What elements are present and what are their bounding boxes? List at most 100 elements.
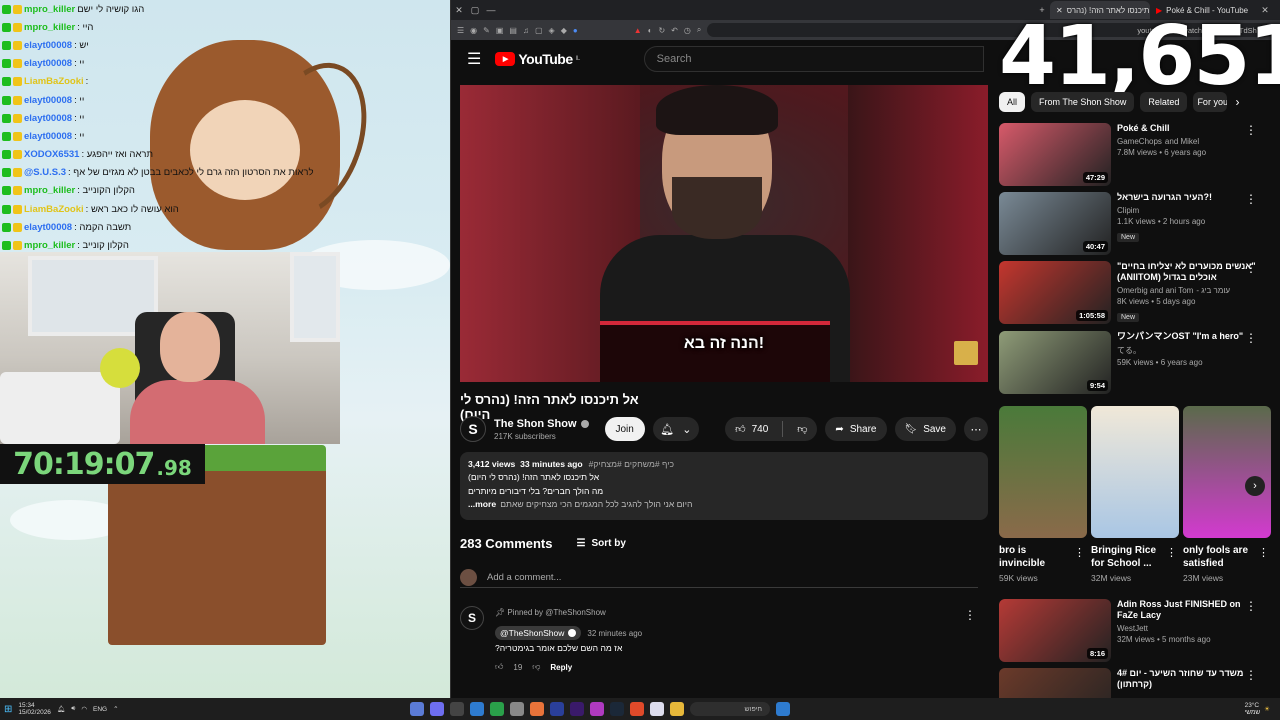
chat-icon[interactable]: ▤	[509, 26, 517, 35]
like-icon[interactable]: 👍︎	[735, 423, 745, 435]
recommended-video[interactable]: 40:47 העיר הגרועה בישראל?! Clipim 1.1K view…	[999, 192, 1269, 256]
comment-author[interactable]: @TheShonShow	[495, 626, 582, 640]
menu-icon[interactable]: ☰	[467, 49, 481, 69]
language-indicator[interactable]: ENG	[93, 706, 107, 713]
folder-icon[interactable]	[670, 702, 684, 716]
short-item[interactable]: Bringing Rice for School ... 32M views ⋮	[1091, 406, 1179, 588]
comment-author-avatar[interactable]: S	[460, 606, 484, 630]
reply-button[interactable]: Reply	[550, 663, 572, 672]
shield-icon[interactable]: ◉	[470, 26, 477, 35]
terminal-icon[interactable]	[450, 702, 464, 716]
video-title[interactable]: העיר הגרועה בישראל?!	[1117, 192, 1257, 203]
comment-menu-icon[interactable]: ⋮	[964, 608, 976, 622]
description-box[interactable]: 3,412 views 33 minutes ago #כיף #משחקים #…	[460, 452, 988, 520]
chip-related[interactable]: Related	[1140, 92, 1188, 112]
weather[interactable]: 23°C שמשי ☀	[1245, 702, 1270, 716]
video-menu-icon[interactable]: ⋮	[1245, 331, 1257, 345]
windows-start-icon[interactable]	[776, 702, 790, 716]
recommended-video[interactable]: 8:16 Adin Ross Just FINISHED on FaZe Lacy…	[999, 599, 1269, 663]
video-menu-icon[interactable]: ⋮	[1245, 668, 1257, 682]
diamond-icon[interactable]: ◆	[561, 26, 567, 35]
chevron-right-icon[interactable]: ›	[1245, 476, 1265, 496]
channel-avatar[interactable]: S	[460, 416, 486, 442]
video-player[interactable]: הנה זה בא!	[460, 85, 988, 382]
short-title[interactable]: Bringing Rice for School ...	[1091, 544, 1161, 570]
channel-name[interactable]: The Shon Show	[494, 418, 577, 430]
extension-icon[interactable]: ✎	[483, 26, 490, 35]
video-menu-icon[interactable]: ⋮	[1245, 261, 1257, 275]
more-link[interactable]: ...more	[468, 498, 496, 511]
app-icon[interactable]	[570, 702, 584, 716]
video-thumbnail[interactable]: 9:54	[999, 331, 1111, 394]
close-window-icon[interactable]: ✕	[451, 5, 467, 16]
dislike-icon[interactable]: 👎︎	[532, 662, 540, 672]
short-menu-icon[interactable]: ⋮	[1258, 546, 1269, 559]
video-title[interactable]: Adin Ross Just FINISHED on FaZe Lacy	[1117, 599, 1257, 621]
chevron-right-icon[interactable]: ›	[1235, 95, 1239, 109]
youtube-logo[interactable]: ▶ YouTube IL	[495, 51, 580, 67]
minimize-icon[interactable]: —	[483, 5, 499, 15]
short-thumbnail[interactable]	[1091, 406, 1179, 538]
short-title[interactable]: only fools are satisfied	[1183, 544, 1253, 570]
video-title[interactable]: 4# משדר עד שחוזר השיער - יום (קרחתון)	[1117, 668, 1257, 690]
volume-icon[interactable]: 🔊︎	[71, 705, 75, 713]
app-icon[interactable]	[590, 702, 604, 716]
share-button[interactable]: ➦ Share	[825, 417, 887, 441]
warning-icon[interactable]: ▲	[634, 26, 642, 35]
chip-all[interactable]: All	[999, 92, 1026, 112]
short-title[interactable]: bro is invincible	[999, 544, 1069, 570]
clock[interactable]: 15:34 15/02/2026	[18, 702, 51, 716]
chip-from-channel[interactable]: From The Shon Show	[1031, 92, 1135, 112]
music-icon[interactable]: ♫	[523, 26, 529, 35]
app-icon[interactable]	[430, 702, 444, 716]
short-menu-icon[interactable]: ⋮	[1166, 546, 1177, 559]
video-thumbnail[interactable]: 40:47	[999, 192, 1111, 255]
app-icon[interactable]	[550, 702, 564, 716]
video-thumbnail[interactable]: 47:29	[999, 123, 1111, 186]
recommended-video[interactable]: 47:29 Poké & Chill GameChops and Mikel 7.8M …	[999, 123, 1269, 187]
video-title[interactable]: Poké & Chill	[1117, 123, 1257, 134]
comment-time[interactable]: 32 minutes ago	[587, 629, 642, 638]
like-icon[interactable]: 👍︎	[495, 662, 503, 672]
globe-icon[interactable]: ●	[573, 26, 578, 35]
channel-watermark[interactable]	[954, 341, 978, 365]
steam-icon[interactable]	[610, 702, 624, 716]
app-icon[interactable]	[530, 702, 544, 716]
more-actions-button[interactable]: ⋯	[964, 417, 988, 441]
chip-for-you[interactable]: For you	[1193, 92, 1228, 112]
join-button[interactable]: Join	[604, 417, 645, 441]
menu-icon[interactable]: ☰	[457, 26, 464, 35]
chevron-up-icon[interactable]: ⌃	[113, 705, 118, 713]
video-thumbnail[interactable]: 8:16	[999, 599, 1111, 662]
cube-icon[interactable]: ◈	[549, 26, 555, 35]
video-title[interactable]: "אנשים מכוערים לא יצליחו בחיים" (ANIITOM…	[1117, 261, 1257, 283]
windows-start-icon[interactable]: ⊞	[4, 704, 12, 715]
app-icon[interactable]	[510, 702, 524, 716]
sort-button[interactable]: ☰ Sort by	[576, 538, 625, 549]
reload-icon[interactable]: ↻	[658, 26, 665, 35]
recommended-video[interactable]: 9:54 ワンパンマンOST "I'm a hero" てる。 59K views •…	[999, 331, 1269, 395]
app-icon[interactable]	[470, 702, 484, 716]
save-button[interactable]: 🔖︎ Save	[894, 417, 956, 441]
add-comment-field[interactable]: Add a comment...	[460, 568, 978, 588]
channel-name[interactable]: GameChops	[1117, 137, 1162, 146]
hashtags[interactable]: #כיף #משחקים #מצחיק	[589, 459, 674, 469]
short-thumbnail[interactable]	[999, 406, 1087, 538]
recommended-video[interactable]: 1:05:58 "אנשים מכוערים לא יצליחו בחיים" (…	[999, 261, 1269, 325]
channel-name[interactable]: てる。	[1117, 345, 1141, 356]
back-icon[interactable]: ↶	[671, 26, 678, 35]
window-icon[interactable]: ▢	[467, 5, 483, 16]
wifi-icon[interactable]: ◠	[81, 705, 87, 713]
brave-icon[interactable]	[630, 702, 644, 716]
subscribed-bell-button[interactable]: 🔔︎ ⌄	[652, 417, 699, 441]
taskbar-search[interactable]: חיפוש	[690, 702, 770, 716]
video-thumbnail[interactable]: 1:05:58	[999, 261, 1111, 324]
search-icon[interactable]: ⌕	[697, 25, 701, 35]
short-item[interactable]: bro is invincible 59K views ⋮	[999, 406, 1087, 588]
video-menu-icon[interactable]: ⋮	[1245, 599, 1257, 613]
short-menu-icon[interactable]: ⋮	[1074, 546, 1085, 559]
short-item[interactable]: only fools are satisfied 23M views ⋮	[1183, 406, 1271, 588]
short-thumbnail[interactable]	[1183, 406, 1271, 538]
dislike-icon[interactable]: 👎︎	[797, 423, 807, 435]
video-menu-icon[interactable]: ⋮	[1245, 192, 1257, 206]
